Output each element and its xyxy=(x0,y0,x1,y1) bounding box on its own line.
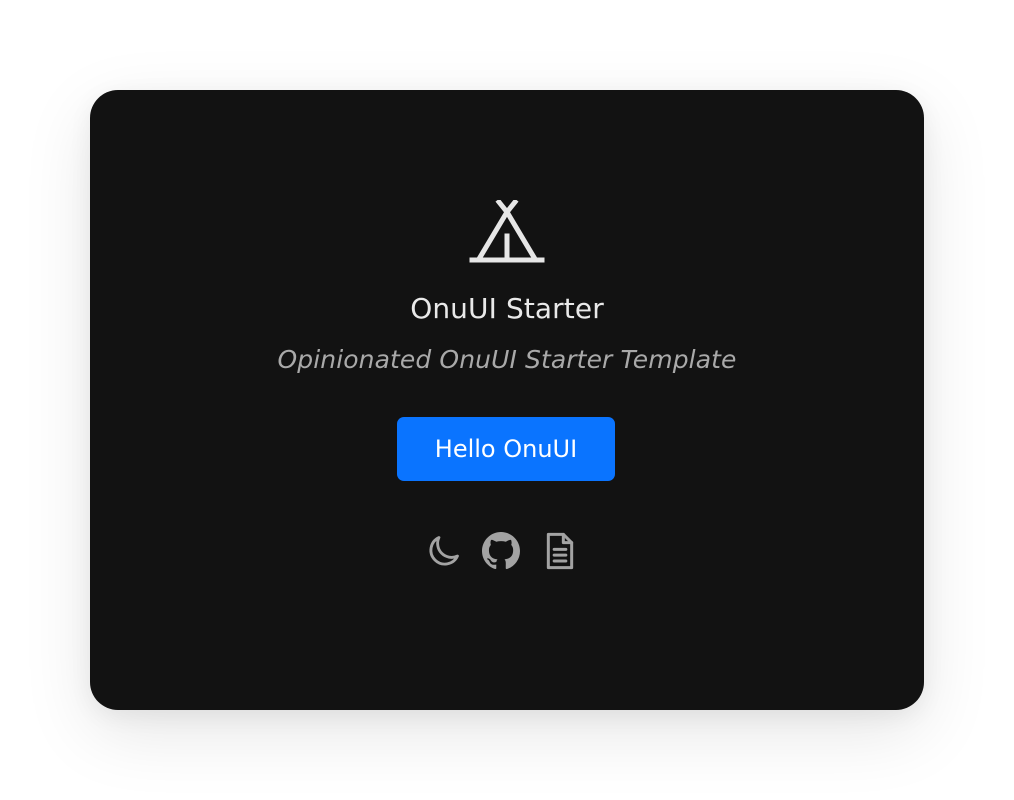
app-card: OnuUI Starter Opinionated OnuUI Starter … xyxy=(90,90,924,710)
github-icon[interactable] xyxy=(481,530,521,572)
card-content: OnuUI Starter Opinionated OnuUI Starter … xyxy=(90,90,924,710)
tent-icon xyxy=(468,200,546,268)
icon-toolbar xyxy=(424,530,594,572)
app-subtitle: Opinionated OnuUI Starter Template xyxy=(277,345,737,374)
app-title: OnuUI Starter xyxy=(410,292,604,325)
hello-button[interactable]: Hello OnuUI xyxy=(397,417,615,481)
moon-icon[interactable] xyxy=(424,530,464,572)
document-icon[interactable] xyxy=(540,530,580,572)
